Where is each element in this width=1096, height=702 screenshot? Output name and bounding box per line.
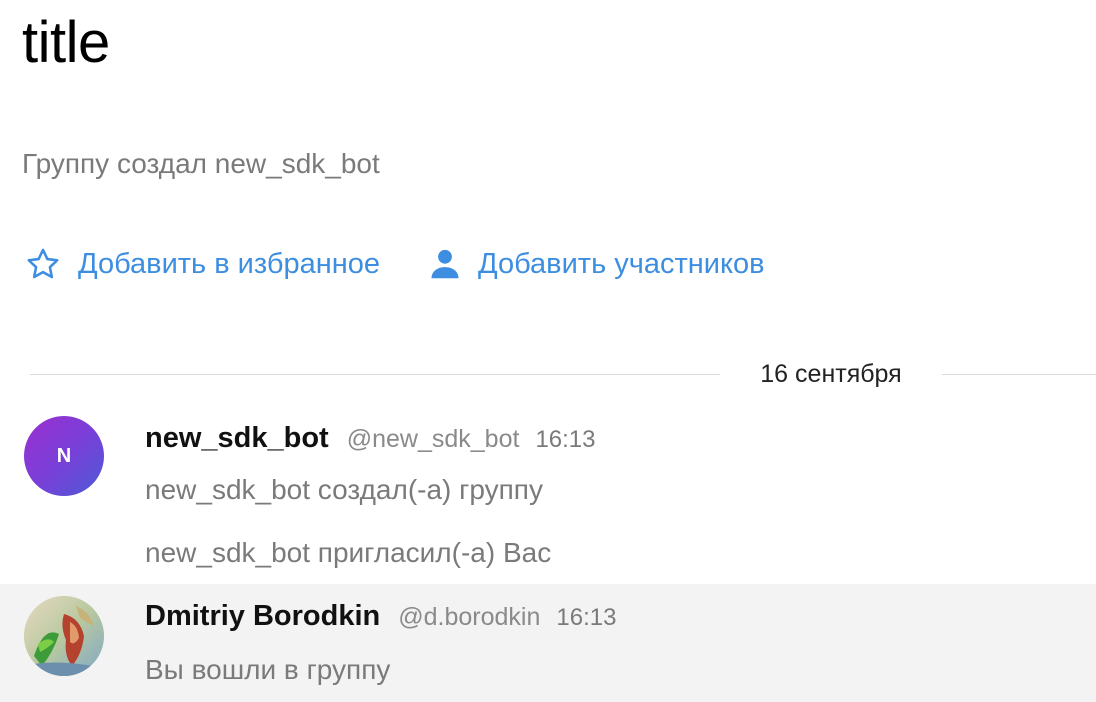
add-members-label: Добавить участников: [478, 247, 765, 280]
author-name[interactable]: new_sdk_bot: [145, 422, 329, 455]
author-handle[interactable]: @d.borodkin: [398, 603, 540, 632]
message-time: 16:13: [556, 604, 617, 631]
system-message: Вы вошли в группу: [145, 654, 391, 685]
chat-creator-info: Группу создал new_sdk_bot: [22, 148, 380, 179]
add-to-favorites-label: Добавить в избранное: [78, 247, 381, 280]
person-icon: [426, 245, 464, 283]
add-members-button[interactable]: Добавить участников: [426, 245, 765, 283]
star-outline-icon: [24, 245, 62, 283]
avatar[interactable]: [24, 596, 104, 676]
system-message: new_sdk_bot пригласил(-а) Вас: [145, 537, 552, 568]
date-separator: 16 сентября: [30, 356, 1096, 392]
date-separator-label: 16 сентября: [760, 360, 902, 388]
avatar-letter: N: [56, 444, 72, 467]
author-name[interactable]: Dmitriy Borodkin: [145, 600, 380, 633]
message-group: N new_sdk_bot @new_sdk_bot 16:13 new_sdk…: [0, 404, 1096, 584]
chat-title: title: [22, 10, 110, 75]
date-separator-line-left: [30, 374, 720, 375]
message-group-highlighted: Dmitriy Borodkin @d.borodkin 16:13 Вы во…: [0, 584, 1096, 702]
chat-actions: Добавить в избранное Добавить участников: [24, 244, 765, 284]
system-message: new_sdk_bot создал(-а) группу: [145, 474, 543, 505]
message-header: new_sdk_bot @new_sdk_bot 16:13: [145, 422, 596, 455]
avatar-image: [24, 596, 104, 676]
author-handle[interactable]: @new_sdk_bot: [347, 425, 520, 454]
avatar[interactable]: N: [24, 416, 104, 496]
add-to-favorites-button[interactable]: Добавить в избранное: [24, 245, 380, 283]
chat-info-page: title Группу создал new_sdk_bot Добавить…: [0, 0, 1096, 702]
message-time: 16:13: [535, 426, 596, 453]
message-header: Dmitriy Borodkin @d.borodkin 16:13: [145, 600, 616, 633]
date-separator-line-right: [942, 374, 1096, 375]
